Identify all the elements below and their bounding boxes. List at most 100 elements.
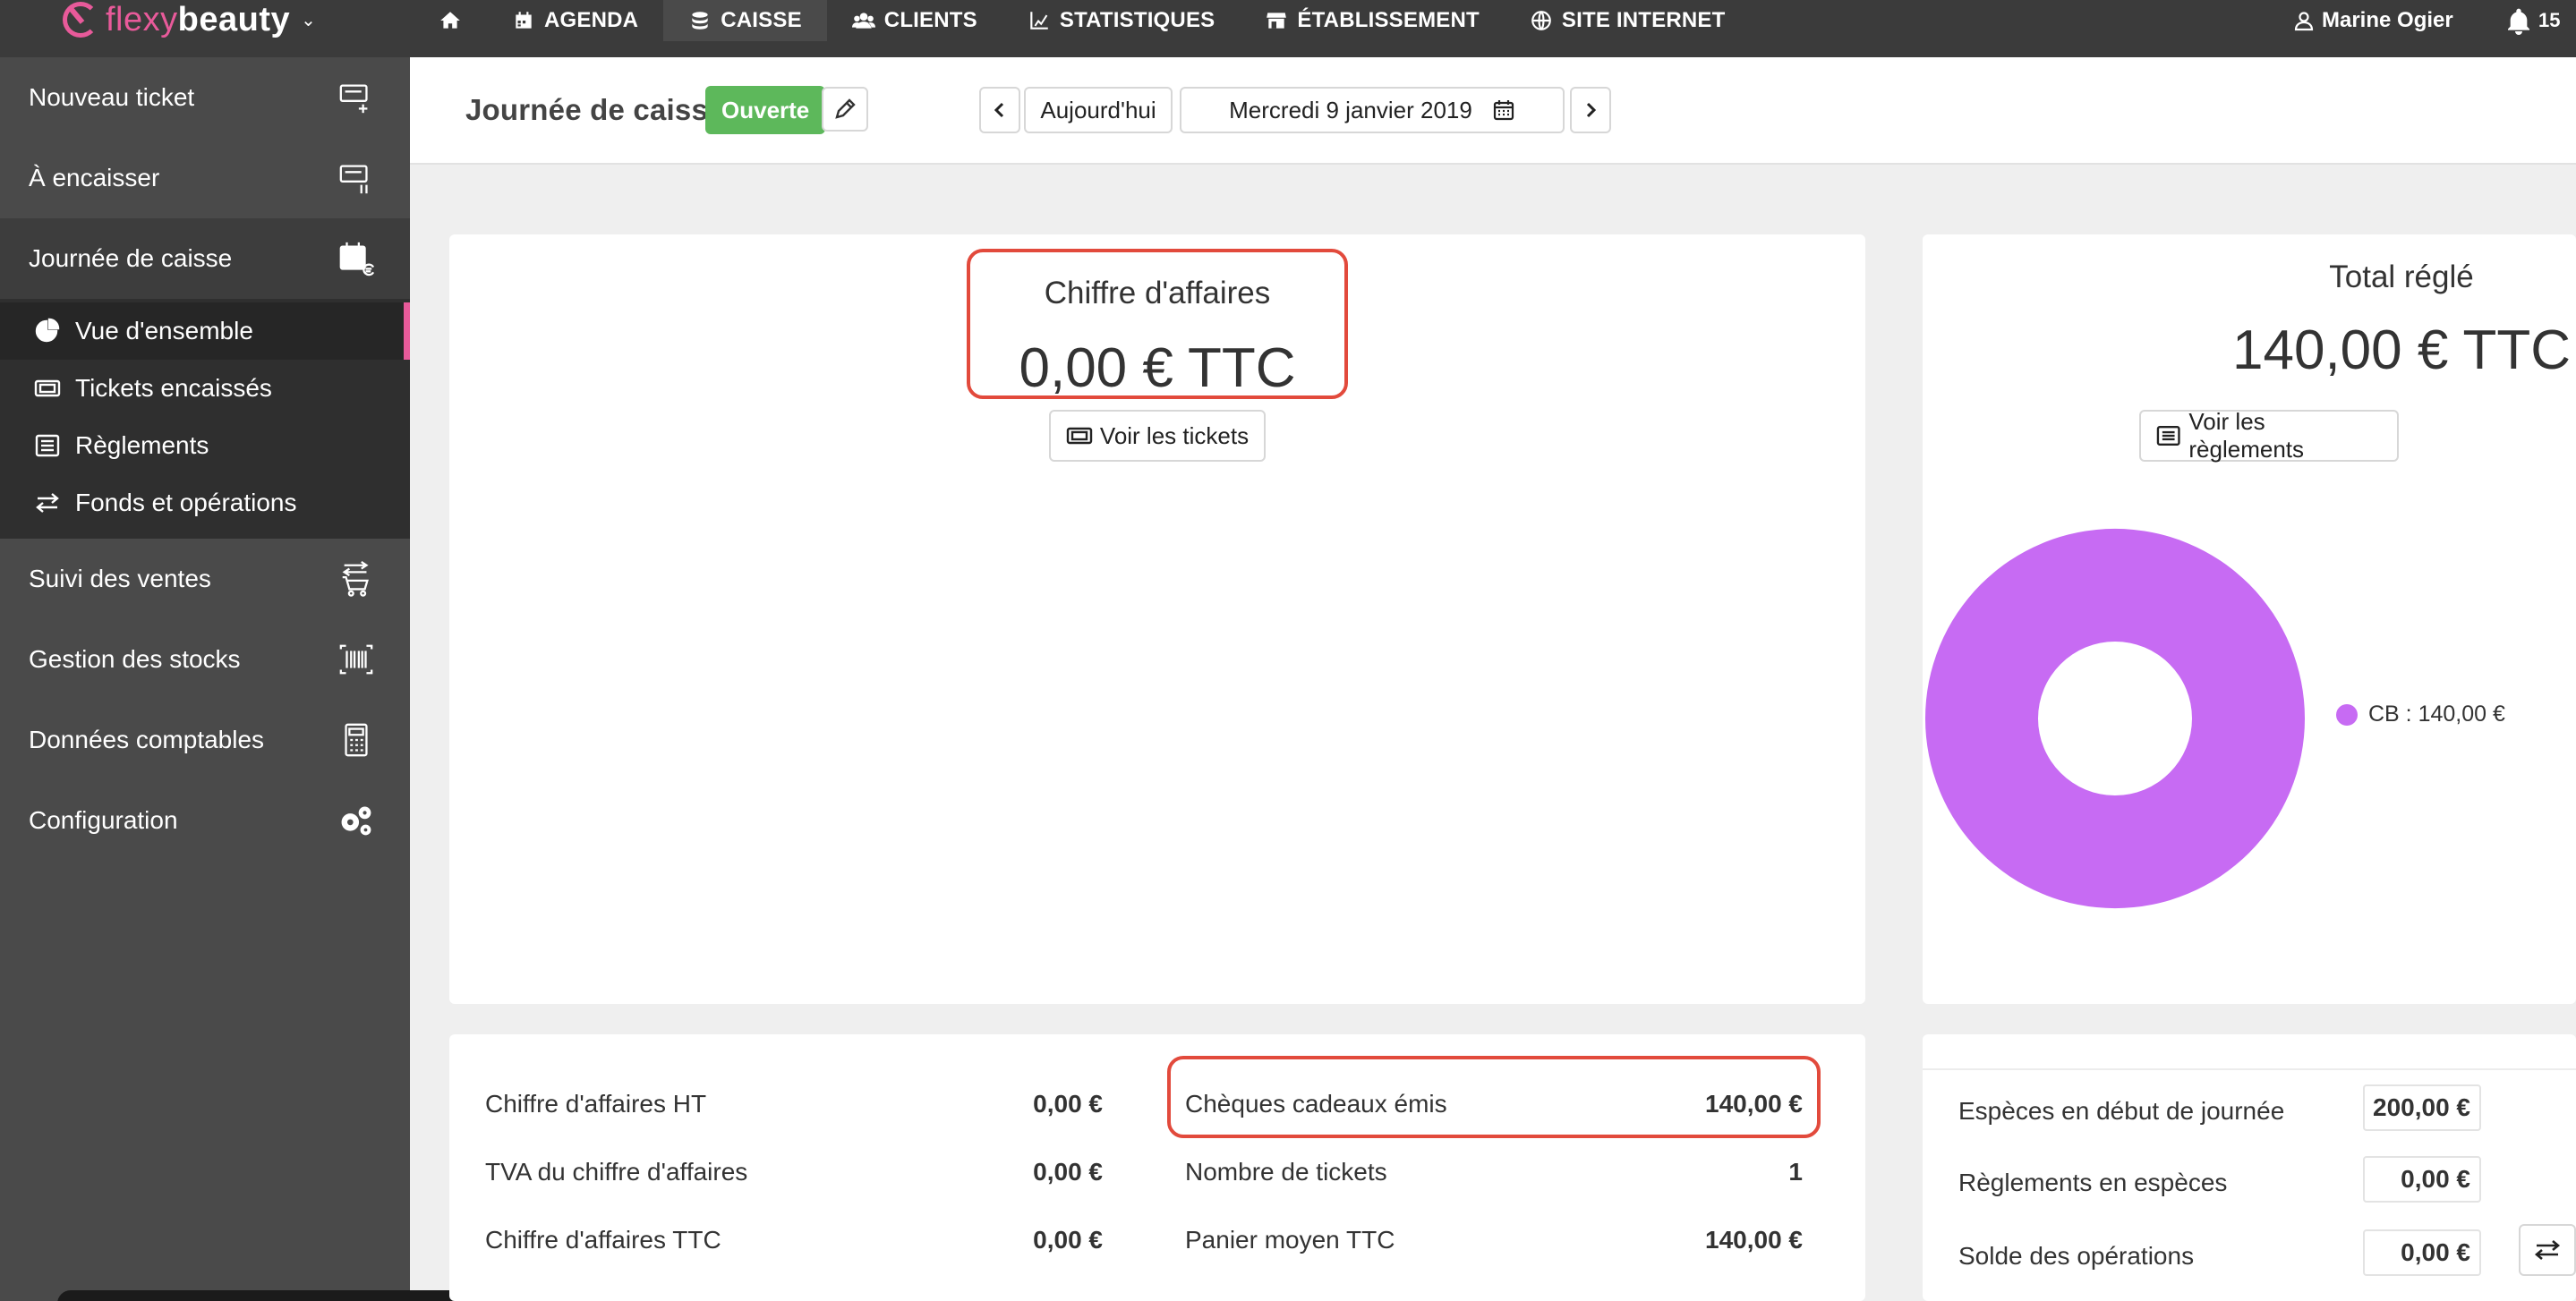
legend-swatch xyxy=(2336,703,2358,726)
cart-exchange-icon xyxy=(337,559,376,599)
button-label: Voir les règlements xyxy=(2188,408,2305,463)
coins-icon xyxy=(692,12,708,30)
sidebar-subitem-label: Vue d'ensemble xyxy=(75,317,253,344)
view-tickets-button[interactable]: Voir les tickets xyxy=(1049,410,1266,462)
previous-day-button[interactable] xyxy=(979,87,1020,133)
sidebar-subitem-reglements[interactable]: Règlements xyxy=(0,417,410,474)
sidebar-item-a-encaisser[interactable]: À encaisser xyxy=(0,138,410,218)
list-icon xyxy=(35,434,60,457)
nav-site-internet[interactable]: SITE INTERNET xyxy=(1505,0,1751,41)
calendar-icon xyxy=(516,12,532,29)
sidebar-item-label: Configuration xyxy=(29,806,178,834)
nav-clients[interactable]: CLIENTS xyxy=(827,0,1002,41)
sidebar-item-configuration[interactable]: Configuration xyxy=(0,780,410,861)
sidebar-subitem-label: Tickets encaissés xyxy=(75,374,272,402)
revenue-card: Chiffre d'affaires 0,00 € TTC Voir les t… xyxy=(449,234,1865,1004)
stats-card: Chiffre d'affaires HT 0,00 € TVA du chif… xyxy=(449,1034,1865,1301)
calendar-icon xyxy=(1493,100,1514,121)
nav-label: SITE INTERNET xyxy=(1561,8,1726,32)
sidebar-submenu: Vue d'ensemble Tickets encaissés Règleme… xyxy=(0,299,410,539)
page-header: Journée de caisse Ouverte Aujourd'hui Me… xyxy=(410,57,2576,165)
chart-legend: CB : 140,00 € xyxy=(2336,702,2505,727)
date-picker[interactable]: Mercredi 9 janvier 2019 xyxy=(1180,87,1565,133)
nav-agenda[interactable]: AGENDA xyxy=(487,0,663,41)
sidebar-item-label: Données comptables xyxy=(29,726,265,753)
fund-row: Solde des opérations 0,00 € xyxy=(1958,1229,2495,1276)
stat-value: 140,00 € xyxy=(1705,1226,1803,1254)
sidebar-subitem-tickets-encaisses[interactable]: Tickets encaissés xyxy=(0,360,410,417)
stat-row: Chiffre d'affaires TTC 0,00 € xyxy=(485,1222,1103,1258)
ticket-pause-icon xyxy=(337,158,376,198)
sidebar-item-suivi-des-ventes[interactable]: Suivi des ventes xyxy=(0,539,410,619)
stat-label: Panier moyen TTC xyxy=(1185,1226,1395,1254)
status-badge: Ouverte xyxy=(705,86,826,134)
users-icon xyxy=(851,13,875,29)
bell-icon xyxy=(2508,8,2529,35)
barcode-icon xyxy=(337,640,376,679)
sidebar-item-label: À encaisser xyxy=(29,164,160,191)
edit-button[interactable] xyxy=(822,87,868,132)
stat-row: Chèques cadeaux émis 140,00 € xyxy=(1185,1086,1803,1122)
stat-label: Chèques cadeaux émis xyxy=(1185,1090,1447,1118)
stat-value: 140,00 € xyxy=(1705,1090,1803,1118)
fund-value: 0,00 € xyxy=(2363,1229,2481,1276)
ticket-icon xyxy=(34,379,61,397)
fund-row: Règlements en espèces 0,00 € xyxy=(1958,1156,2495,1203)
calculator-icon xyxy=(337,720,376,760)
notification-count: 15 xyxy=(2538,9,2561,31)
nav-label: ÉTABLISSEMENT xyxy=(1297,8,1480,32)
view-payments-button[interactable]: Voir les règlements xyxy=(2139,408,2399,463)
operations-button[interactable] xyxy=(2519,1224,2576,1276)
stat-value: 0,00 € xyxy=(1033,1090,1103,1118)
brand-name: flexybeauty xyxy=(106,1,291,38)
calendar-euro-icon xyxy=(337,239,376,278)
brand-logo[interactable]: flexybeauty ⌄ xyxy=(63,0,316,39)
globe-icon xyxy=(1531,11,1551,30)
sidebar-item-donnees-comptables[interactable]: Données comptables xyxy=(0,700,410,780)
chevron-left-icon xyxy=(994,102,1004,118)
main-nav: AGENDA CAISSE CLIENTS STATISTIQUES ÉTABL… xyxy=(415,0,1751,41)
stat-row: Chiffre d'affaires HT 0,00 € xyxy=(485,1086,1103,1122)
total-paid-title: Total réglé xyxy=(2329,259,2474,294)
sidebar-subitem-vue-ensemble[interactable]: Vue d'ensemble xyxy=(0,302,410,360)
fund-label: Solde des opérations xyxy=(1958,1242,2195,1270)
nav-caisse[interactable]: CAISSE xyxy=(663,0,827,41)
stat-row: Nombre de tickets 1 xyxy=(1185,1154,1803,1190)
sidebar-item-nouveau-ticket[interactable]: Nouveau ticket xyxy=(0,57,410,138)
chevron-right-icon xyxy=(1586,102,1597,118)
today-button[interactable]: Aujourd'hui xyxy=(1024,87,1173,133)
stat-label: Nombre de tickets xyxy=(1185,1158,1387,1186)
home-icon xyxy=(440,12,460,29)
cash-funds-card: Espèces en début de journée 200,00 € Règ… xyxy=(1923,1034,2576,1301)
sidebar-item-gestion-des-stocks[interactable]: Gestion des stocks xyxy=(0,619,410,700)
nav-statistiques[interactable]: STATISTIQUES xyxy=(1002,0,1241,41)
nav-etablissement[interactable]: ÉTABLISSEMENT xyxy=(1240,0,1505,41)
top-bar: flexybeauty ⌄ AGENDA CAISSE CLIENTS STAT… xyxy=(0,0,2576,57)
revenue-title: Chiffre d'affaires xyxy=(1044,276,1271,310)
fund-value: 200,00 € xyxy=(2363,1084,2481,1131)
donut-slice-cb[interactable] xyxy=(1925,528,2305,909)
user-icon xyxy=(2294,12,2314,31)
sidebar-item-label: Nouveau ticket xyxy=(29,83,195,111)
ticket-icon xyxy=(1066,427,1093,445)
divider xyxy=(1923,1068,2576,1070)
sidebar-subitem-label: Règlements xyxy=(75,431,209,459)
exchange-icon xyxy=(36,493,59,513)
sidebar-item-label: Gestion des stocks xyxy=(29,645,241,673)
sidebar-item-journee-de-caisse[interactable]: Journée de caisse xyxy=(0,218,410,299)
revenue-highlight: Chiffre d'affaires 0,00 € TTC xyxy=(967,249,1348,399)
exchange-icon xyxy=(2534,1240,2561,1260)
notifications[interactable]: 15 xyxy=(2504,0,2560,41)
stat-value: 1 xyxy=(1788,1158,1803,1186)
revenue-value: 0,00 € TTC xyxy=(1019,337,1296,399)
pencil-icon xyxy=(835,98,856,119)
sidebar-subitem-fonds-operations[interactable]: Fonds et opérations xyxy=(0,474,410,531)
next-day-button[interactable] xyxy=(1570,87,1611,133)
nav-label: STATISTIQUES xyxy=(1059,8,1215,32)
gears-icon xyxy=(337,801,376,840)
store-icon xyxy=(1267,13,1287,29)
user-menu[interactable]: Marine Ogier xyxy=(2293,0,2453,41)
fund-label: Règlements en espèces xyxy=(1958,1169,2228,1196)
nav-home[interactable] xyxy=(415,0,487,41)
sidebar: Nouveau ticket À encaisser Journée de ca… xyxy=(0,57,523,1301)
